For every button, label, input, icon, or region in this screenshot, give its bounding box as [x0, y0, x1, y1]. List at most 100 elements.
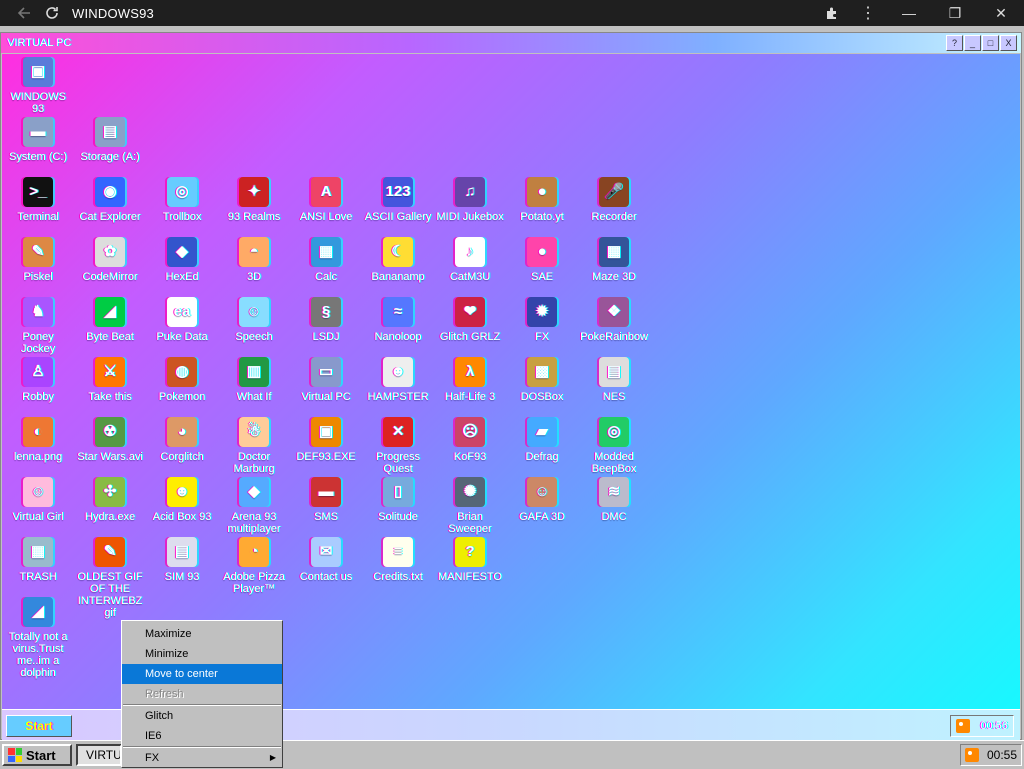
desktop-icon-piskel[interactable]: ✎ Piskel	[4, 237, 72, 283]
desktop-icon-catm3u[interactable]: ♪ CatM3U	[436, 237, 504, 283]
desktop-icon-contact-us[interactable]: ✉ Contact us	[292, 537, 360, 583]
menu-item-move-to-center[interactable]: Move to center	[122, 664, 282, 684]
virtual-pc-titlebar[interactable]: VIRTUAL PC	[1, 33, 1021, 53]
desktop-icon-take-this[interactable]: ⚔ Take this	[76, 357, 144, 403]
desktop-icon-3d[interactable]: ◓ 3D	[220, 237, 288, 283]
desktop-icon-brian-sweeper[interactable]: ✺ Brian Sweeper	[436, 477, 504, 535]
desktop-icon-dosbox[interactable]: ▩ DOSBox	[508, 357, 576, 403]
desktop-icon-poney-jockey[interactable]: ♞ Poney Jockey	[4, 297, 72, 355]
desktop-icon-what-if[interactable]: ▥ What If	[220, 357, 288, 403]
desktop-icon-solitude[interactable]: ▯ Solitude	[364, 477, 432, 523]
defrag-icon: ▰	[527, 417, 557, 447]
desktop-icon-ascii-gallery[interactable]: 123 ASCII Gallery	[364, 177, 432, 223]
desktop-icon-virtual-pc[interactable]: ▭ Virtual PC	[292, 357, 360, 403]
minimize-button[interactable]: _	[964, 35, 981, 51]
desktop-icon-sae[interactable]: ● SAE	[508, 237, 576, 283]
desktop-icon-speech[interactable]: ☺ Speech	[220, 297, 288, 343]
desktop-icon-doctor-marburg[interactable]: ☃ Doctor Marburg	[220, 417, 288, 475]
desktop-icon-hexed[interactable]: ◆ HexEd	[148, 237, 216, 283]
desktop-icon-totally-not-a-virus-trust-me-im-a-dolphin[interactable]: ◢ Totally not a virus.Trust me..im a dolp…	[4, 597, 72, 679]
desktop-icon-ansi-love[interactable]: A ANSI Love	[292, 177, 360, 223]
desktop-icon-puke-data[interactable]: ea Puke Data	[148, 297, 216, 343]
menu-item-ie6[interactable]: IE6	[122, 726, 282, 746]
desktop-icon-acid-box-93[interactable]: ☻ Acid Box 93	[148, 477, 216, 523]
desktop-icon-credits-txt[interactable]: ≡ Credits.txt	[364, 537, 432, 583]
desktop-icon-label: Half-Life 3	[444, 391, 496, 403]
desktop-icon-arena-93-multiplayer[interactable]: ◆ Arena 93 multiplayer	[220, 477, 288, 535]
desktop-icon-manifesto[interactable]: ? MANIFESTO	[436, 537, 504, 583]
rss-icon[interactable]	[956, 719, 971, 733]
desktop-icon-byte-beat[interactable]: ◢ Byte Beat	[76, 297, 144, 343]
desktop-icon-corglitch[interactable]: ◕ Corglitch	[148, 417, 216, 463]
desktop-icon-sms[interactable]: ▬ SMS	[292, 477, 360, 523]
restore-icon[interactable]: ❐	[932, 0, 978, 26]
minimize-icon[interactable]: —	[886, 0, 932, 26]
desktop-icon-label: KoF93	[453, 451, 487, 463]
desktop-icon-robby[interactable]: ♙ Robby	[4, 357, 72, 403]
desktop-icon-label: FX	[534, 331, 550, 343]
desktop-icon-label: 93 Realms	[227, 211, 281, 223]
desktop-icon-def93-exe[interactable]: ▣ DEF93.EXE	[292, 417, 360, 463]
desktop-icon-recorder[interactable]: 🎤 Recorder	[580, 177, 648, 223]
desktop-icon-trash[interactable]: ▦ TRASH	[4, 537, 72, 583]
desktop-icon-hydra-exe[interactable]: ✣ Hydra.exe	[76, 477, 144, 523]
desktop-icon-93-realms[interactable]: ✦ 93 Realms	[220, 177, 288, 223]
taskbar-item-virtual-pc[interactable]: VIRTUAL PC	[76, 744, 122, 766]
desktop-icon-bananamp[interactable]: ☾ Bananamp	[364, 237, 432, 283]
desktop-icon-hampster[interactable]: ☻ HAMPSTER	[364, 357, 432, 403]
close-button[interactable]: X	[1000, 35, 1017, 51]
desktop-icon-label: System (C:)	[8, 151, 68, 163]
desktop-icon-dmc[interactable]: ≋ DMC	[580, 477, 648, 523]
desktop-icon-label: Hydra.exe	[84, 511, 136, 523]
desktop-icon-virtual-girl[interactable]: ☺ Virtual Girl	[4, 477, 72, 523]
desktop-icon-glitch-grlz[interactable]: ❤ Glitch GRLZ	[436, 297, 504, 343]
extensions-icon[interactable]	[814, 0, 850, 26]
desktop-icon-potato-yt[interactable]: ● Potato.yt	[508, 177, 576, 223]
desktop-icon-nanoloop[interactable]: ≈ Nanoloop	[364, 297, 432, 343]
desktop-icon-pokerainbow[interactable]: ❖ PokeRainbow	[580, 297, 648, 343]
desktop-icon-kof93[interactable]: ☹ KoF93	[436, 417, 504, 463]
help-button[interactable]: ?	[946, 35, 963, 51]
desktop-icon-windows-93[interactable]: ▣ WINDOWS 93	[4, 57, 72, 115]
desktop-icon-modded-beepbox[interactable]: ◎ Modded BeepBox	[580, 417, 648, 475]
inner-start-button[interactable]: Start	[6, 715, 72, 737]
desktop-icon-nes[interactable]: ▤ NES	[580, 357, 648, 403]
desktop-icon-trollbox[interactable]: ◎ Trollbox	[148, 177, 216, 223]
byte-beat-icon: ◢	[95, 297, 125, 327]
desktop-icon-label: Potato.yt	[520, 211, 564, 223]
start-button[interactable]: Start	[2, 744, 72, 766]
desktop-icon-defrag[interactable]: ▰ Defrag	[508, 417, 576, 463]
desktop-icon-fx[interactable]: ✹ FX	[508, 297, 576, 343]
desktop-icon-codemirror[interactable]: ✿ CodeMirror	[76, 237, 144, 283]
close-icon[interactable]: ✕	[978, 0, 1024, 26]
desktop-icon-storage-a[interactable]: ▤ Storage (A:)	[76, 117, 144, 163]
desktop-icon-sim-93[interactable]: ▤ SIM 93	[148, 537, 216, 583]
context-menu: Maximize Minimize Move to center Refresh…	[121, 620, 283, 768]
desktop-icon-adobe-pizza-player[interactable]: ◔ Adobe Pizza Player™	[220, 537, 288, 595]
desktop-icon-half-life-3[interactable]: λ Half-Life 3	[436, 357, 504, 403]
desktop-icon-gafa-3d[interactable]: ☺ GAFA 3D	[508, 477, 576, 523]
menu-item-maximize[interactable]: Maximize	[122, 624, 282, 644]
desktop-icon-pokemon[interactable]: ◍ Pokemon	[148, 357, 216, 403]
menu-item-fx[interactable]: FX ▶	[122, 748, 282, 768]
rss-icon[interactable]	[964, 748, 979, 762]
maximize-button[interactable]: □	[982, 35, 999, 51]
desktop-icon-lsdj[interactable]: § LSDJ	[292, 297, 360, 343]
menu-item-minimize[interactable]: Minimize	[122, 644, 282, 664]
desktop-icon-oldest-gif-of-the-interwebz-gif[interactable]: ✎ OLDEST GIF OF THE INTERWEBZ gif	[76, 537, 144, 619]
desktop-icon-cat-explorer[interactable]: ◉ Cat Explorer	[76, 177, 144, 223]
desktop-icon-star-wars-avi[interactable]: ☢ Star Wars.avi	[76, 417, 144, 463]
back-arrow-icon[interactable]	[10, 0, 38, 26]
cat-explorer-icon: ◉	[95, 177, 125, 207]
desktop-icon-maze-3d[interactable]: ▦ Maze 3D	[580, 237, 648, 283]
desktop-icon-system-c[interactable]: ▬ System (C:)	[4, 117, 72, 163]
desktop-icon-lenna-png[interactable]: ◐ lenna.png	[4, 417, 72, 463]
dosbox-icon: ▩	[527, 357, 557, 387]
desktop-icon-calc[interactable]: ▦ Calc	[292, 237, 360, 283]
desktop-icon-progress-quest[interactable]: ✕ Progress Quest	[364, 417, 432, 475]
desktop-icon-midi-jukebox[interactable]: ♫ MIDI Jukebox	[436, 177, 504, 223]
menu-dots-icon[interactable]: ⋮	[850, 0, 886, 26]
reload-icon[interactable]	[38, 0, 66, 26]
desktop-icon-terminal[interactable]: >_ Terminal	[4, 177, 72, 223]
menu-item-glitch[interactable]: Glitch	[122, 706, 282, 726]
